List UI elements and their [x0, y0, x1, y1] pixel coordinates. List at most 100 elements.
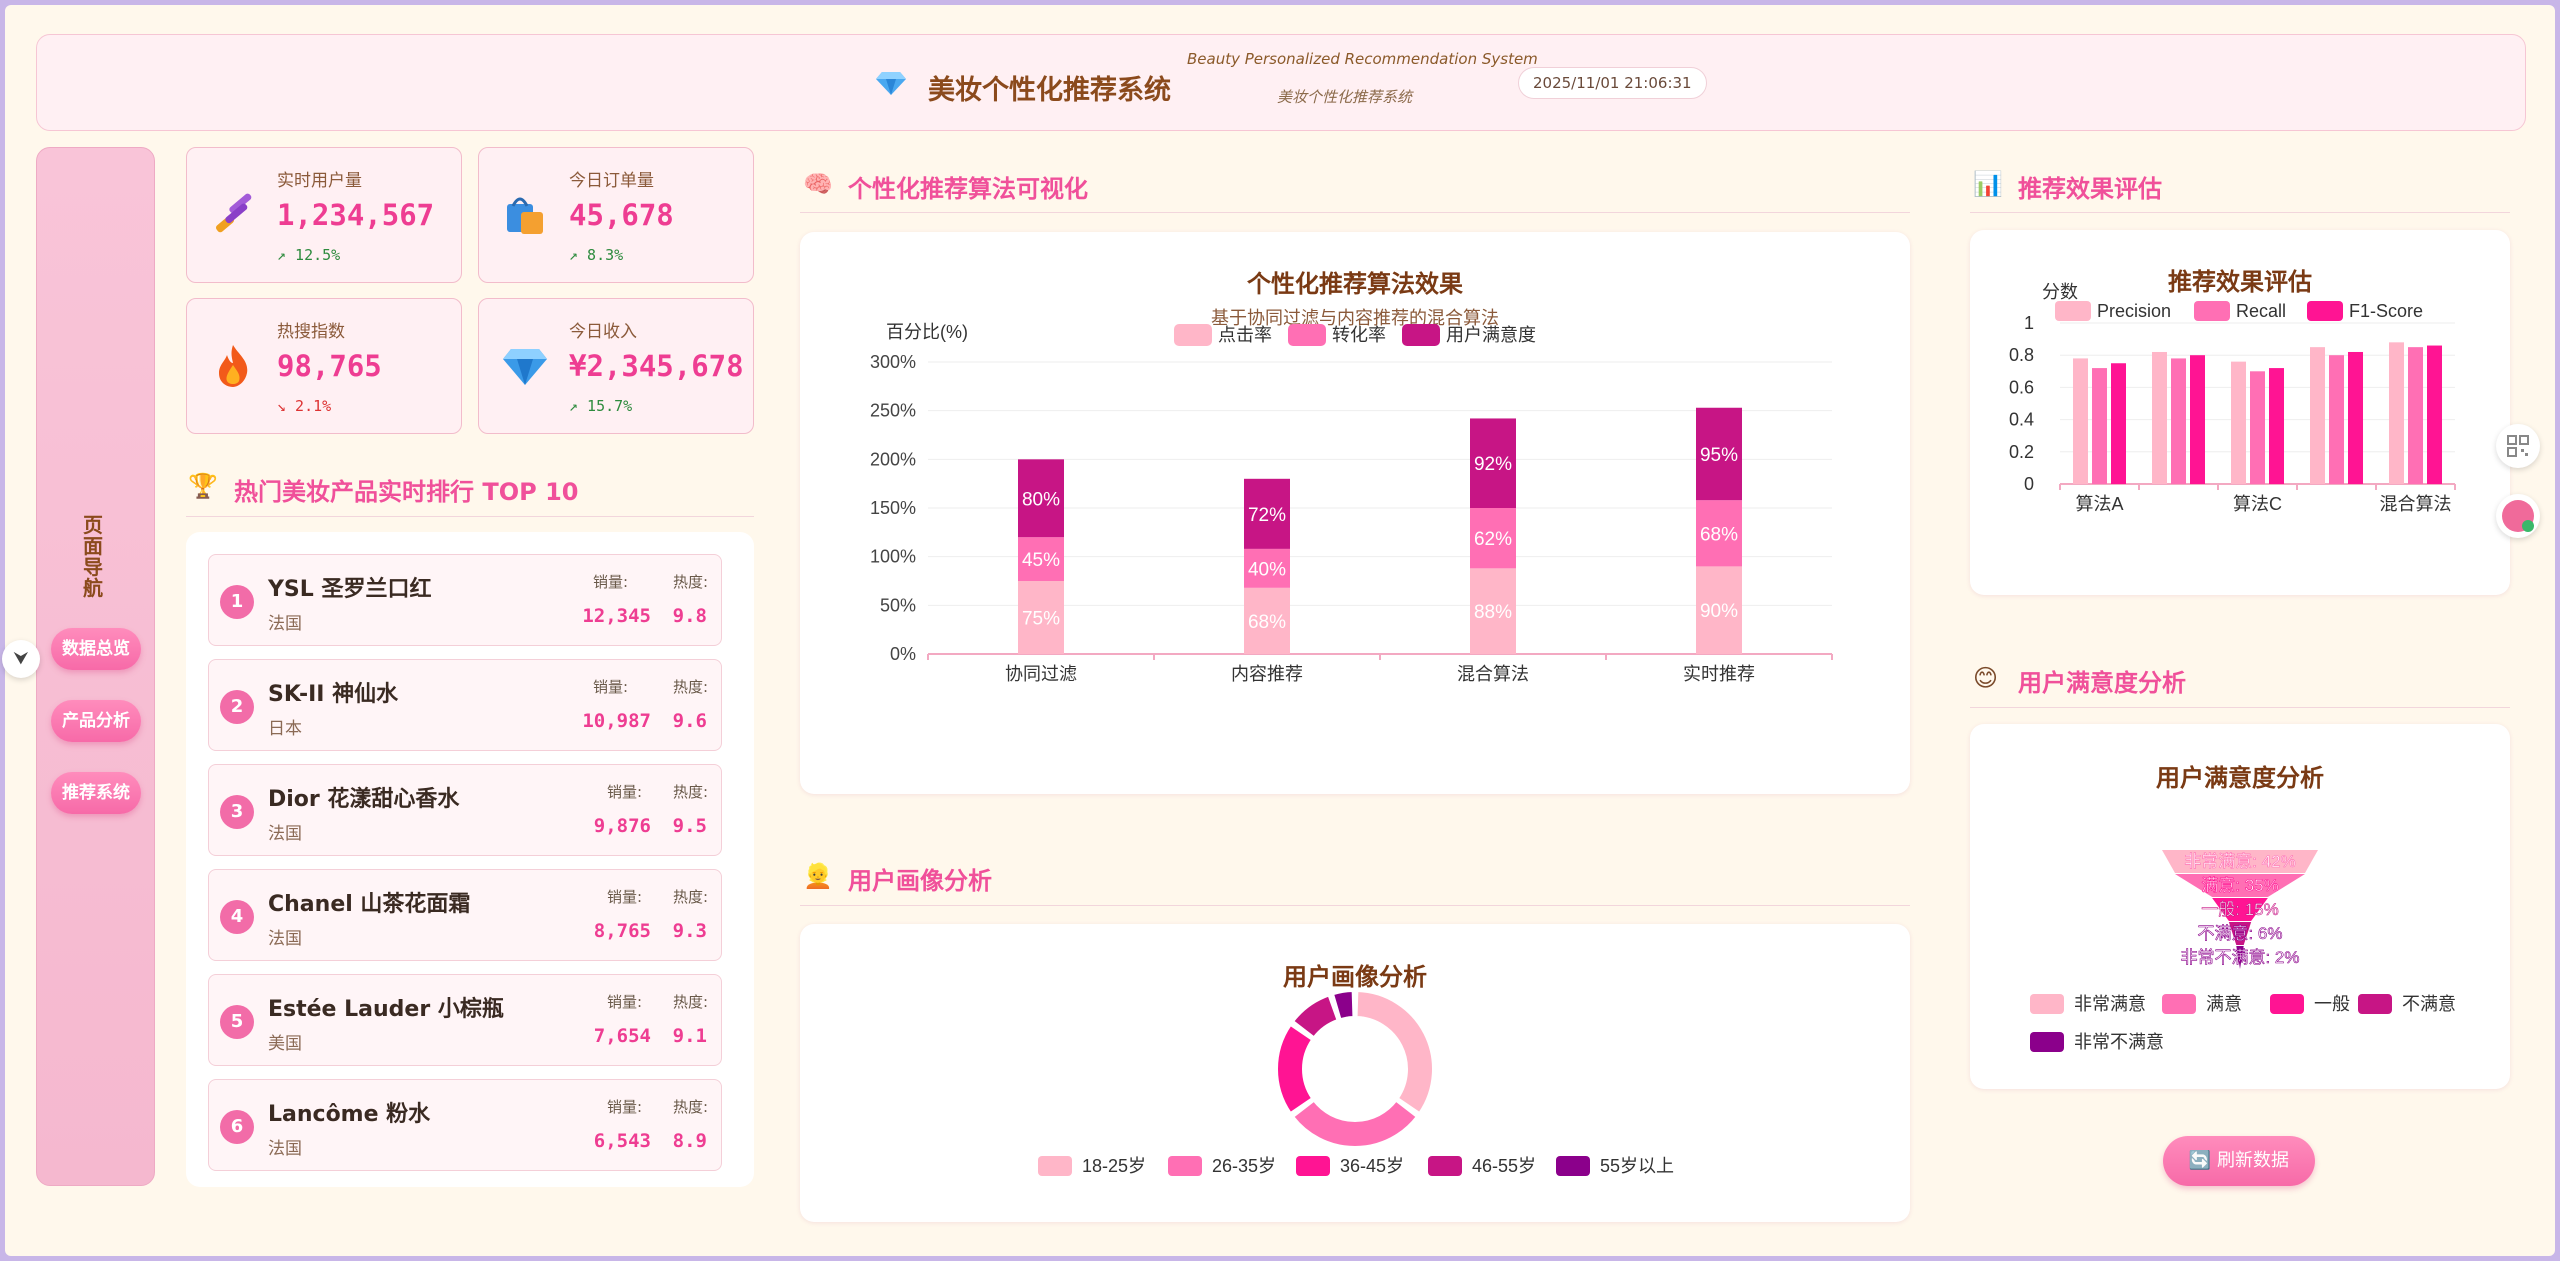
heat-value: 9.8 [672, 605, 707, 627]
ranking-item[interactable]: 5 Estée Lauder 小棕瓶 美国 销量: 7,654 热度: 9.1 [208, 974, 722, 1066]
portrait-chart-panel: 用户画像分析 18-25岁 26-35岁 36-45岁 46-55岁 55岁以上 [800, 924, 1910, 1222]
stat-card-revenue: 今日收入 ¥2,345,678 ↗ 15.7% [478, 298, 754, 434]
sidebar-item-product-analysis[interactable]: 产品分析 [51, 700, 141, 742]
effect-section-title: 推荐效果评估 [2018, 175, 2162, 203]
bar [2269, 368, 2284, 484]
stat-change: ↗ 8.3% [569, 246, 624, 264]
legend-label: F1-Score [2349, 301, 2423, 321]
legend-label: 55岁以上 [1600, 1156, 1674, 1176]
refresh-data-button[interactable]: 🔄 刷新数据 [2163, 1136, 2315, 1186]
legend-label: 46-55岁 [1472, 1156, 1536, 1176]
stat-card-orders: 今日订单量 45,678 ↗ 8.3% [478, 147, 754, 283]
shopping-bag-icon [507, 197, 543, 234]
ranking-item[interactable]: 4 Chanel 山茶花面霜 法国 销量: 8,765 热度: 9.3 [208, 869, 722, 961]
y-tick-label: 200% [870, 449, 916, 469]
brain-icon: 🧠 [803, 170, 833, 198]
sidebar-item-overview[interactable]: 数据总览 [51, 628, 141, 670]
header-bar [36, 34, 2526, 131]
algo-chart: 个性化推荐算法效果基于协同过滤与内容推荐的混合算法百分比(%) 点击率 转化率 用户满… [870, 270, 1833, 684]
data-label: 68% [1700, 524, 1738, 545]
ranking-item[interactable]: 6 Lancôme 粉水 法国 销量: 6,543 热度: 8.9 [208, 1079, 722, 1171]
pie-slice [1292, 1099, 1418, 1148]
ranking-list: 1 YSL 圣罗兰口红 法国 销量: 12,345 热度: 9.8 2 SK-II 神仙水 日本销… [186, 532, 754, 1187]
legend-label: 满意 [2206, 994, 2242, 1014]
rank-number: 4 [220, 900, 254, 934]
bar [2171, 358, 2186, 484]
product-name: Dior 花漾甜心香水 [268, 787, 460, 812]
legend-swatch [2162, 994, 2196, 1014]
y-axis-label: 分数 [2042, 282, 2078, 302]
legend-label: 非常不满意 [2074, 1032, 2164, 1052]
diamond-icon [503, 349, 547, 385]
heat-label: 热度: [673, 783, 709, 801]
bar [2190, 355, 2205, 484]
section-divider [1970, 212, 2510, 213]
legend-swatch [2358, 994, 2392, 1014]
bar [2152, 351, 2167, 484]
legend-label: 18-25岁 [1082, 1156, 1146, 1176]
data-label: 90% [1700, 601, 1738, 622]
data-label: 72% [1248, 505, 1286, 526]
portrait-chart: 用户画像分析 18-25岁 26-35岁 36-45岁 46-55岁 55岁以上 [1038, 963, 1674, 1176]
legend-label: 转化率 [1332, 325, 1386, 345]
y-tick-label: 150% [870, 498, 916, 518]
product-country: 法国 [268, 824, 302, 844]
collapse-toggle-button[interactable]: ⮟ [2, 640, 40, 678]
legend-swatch [2194, 301, 2230, 321]
data-label: 62% [1474, 529, 1512, 550]
page-subtitle-cn: 美妆个性化推荐系统 [1277, 88, 1413, 106]
product-country: 日本 [268, 719, 302, 739]
ranking-title: 热门美妆产品实时排行 TOP 10 [234, 478, 579, 506]
sales-value: 10,987 [582, 710, 651, 732]
effect-chart-panel: 推荐效果评估 分数 Precision Recall F1-Score 0 0.2 0.4 0.… [1970, 230, 2510, 595]
y-axis-label: 百分比(%) [886, 322, 968, 342]
ranking-item[interactable]: 2 SK-II 神仙水 日本 销量: 10,987 热度: 9.6 [208, 659, 722, 751]
section-divider [1970, 707, 2510, 708]
legend-swatch [1038, 1156, 1072, 1176]
sales-label: 销量: [607, 993, 643, 1011]
bar [2310, 347, 2325, 484]
heat-label: 热度: [673, 573, 709, 591]
data-label: 非常不满意: 2% [2180, 948, 2299, 967]
product-name: Chanel 山茶花面霜 [268, 892, 471, 917]
x-tick-label: 内容推荐 [1231, 664, 1303, 684]
product-country: 法国 [268, 929, 302, 949]
x-tick-label: 混合算法 [2380, 494, 2452, 514]
stat-value: 45,678 [569, 198, 674, 232]
sidebar-item-recommendation[interactable]: 推荐系统 [51, 772, 141, 814]
legend-swatch [2030, 994, 2064, 1014]
sales-value: 6,543 [593, 1130, 651, 1152]
legend-swatch [1402, 324, 1440, 346]
data-label: 非常满意: 42% [2184, 852, 2295, 871]
satisfaction-chart: 用户满意度分析非常满意: 42% 满意: 35% 一般: 15% 不满意: 6% 非常不… [2030, 764, 2456, 1052]
product-name: SK-II 神仙水 [268, 682, 399, 707]
qr-code-button[interactable] [2496, 424, 2540, 468]
ranking-item[interactable]: 3 Dior 花漾甜心香水 法国 销量: 9,876 热度: 9.5 [208, 764, 722, 856]
legend-label: Precision [2097, 301, 2171, 321]
sales-label: 销量: [607, 783, 643, 801]
gem-icon [876, 72, 906, 95]
data-label: 92% [1474, 454, 1512, 475]
trophy-icon: 🏆 [188, 472, 218, 500]
bar-chart-icon: 📊 [1973, 170, 2003, 198]
heat-label: 热度: [673, 888, 709, 906]
section-divider [800, 212, 1910, 213]
translate-button[interactable] [2496, 494, 2540, 538]
stat-card-users: 实时用户量 1,234,567 ↗ 12.5% [186, 147, 462, 283]
product-country: 美国 [268, 1034, 302, 1054]
legend-swatch [2307, 301, 2343, 321]
stat-label: 今日订单量 [569, 171, 654, 191]
heat-label: 热度: [673, 678, 709, 696]
bar [2111, 363, 2126, 484]
rank-number: 5 [220, 1005, 254, 1039]
data-label: 68% [1248, 612, 1286, 633]
ranking-item[interactable]: 1 YSL 圣罗兰口红 法国 销量: 12,345 热度: 9.8 [208, 554, 722, 646]
bar [2231, 361, 2246, 484]
bar [2389, 342, 2404, 484]
qr-code-icon [2507, 435, 2529, 457]
legend-swatch [2030, 1032, 2064, 1052]
chart-title: 用户画像分析 [1283, 963, 1427, 991]
data-label: 75% [1022, 609, 1060, 630]
sales-label: 销量: [607, 1098, 643, 1116]
y-tick-label: 0.8 [2009, 345, 2034, 365]
